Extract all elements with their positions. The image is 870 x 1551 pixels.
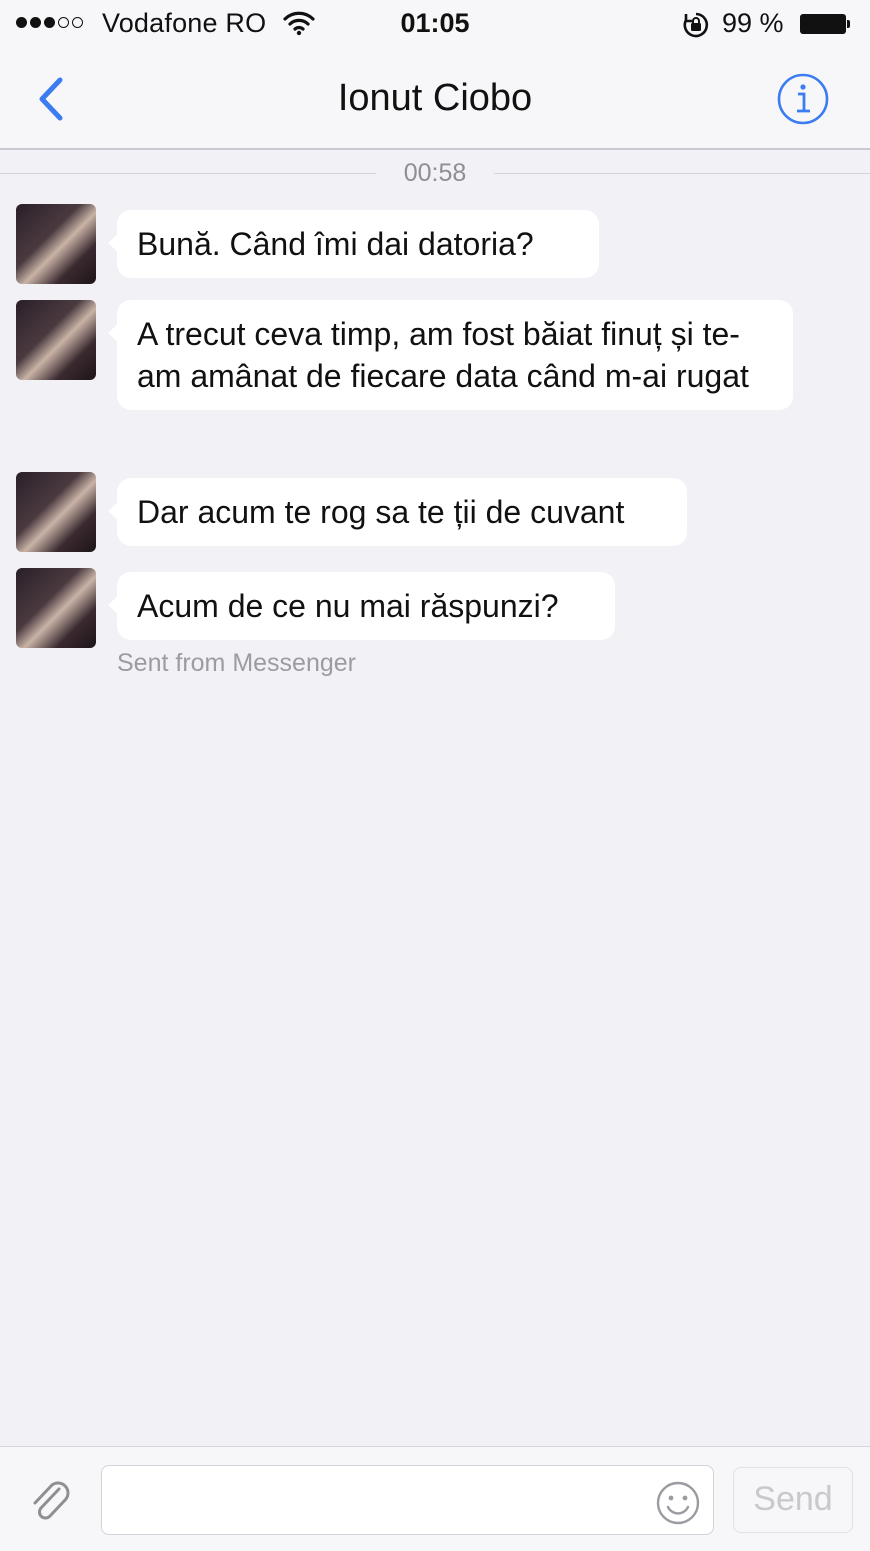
battery-icon xyxy=(800,14,850,34)
message-composer: Send xyxy=(0,1446,870,1551)
sent-from-note: Sent from Messenger xyxy=(117,649,356,677)
paperclip-icon[interactable] xyxy=(26,1475,76,1525)
message-bubble[interactable]: Dar acum te rog sa te ții de cuvant xyxy=(108,478,687,546)
contact-avatar[interactable] xyxy=(16,300,96,380)
contact-name-title[interactable]: Ionut Ciobo xyxy=(0,77,870,120)
contact-avatar[interactable] xyxy=(16,204,96,284)
message-bubble[interactable]: A trecut ceva timp, am fost băiat finuț … xyxy=(108,300,793,410)
conversation-header: Ionut Ciobo xyxy=(0,50,870,150)
status-bar: Vodafone RO 01:05 99 % xyxy=(0,0,870,50)
info-circle-icon[interactable] xyxy=(776,72,830,126)
rotation-lock-icon xyxy=(683,12,709,38)
send-button[interactable]: Send xyxy=(733,1467,853,1533)
contact-avatar[interactable] xyxy=(16,568,96,648)
timestamp-divider: 00:58 xyxy=(0,154,870,194)
message-bubble[interactable]: Acum de ce nu mai răspunzi? xyxy=(108,572,615,640)
smiley-icon[interactable] xyxy=(655,1480,701,1526)
contact-avatar[interactable] xyxy=(16,472,96,552)
battery-percent: 99 % xyxy=(722,8,784,38)
message-bubble[interactable]: Bună. Când îmi dai datoria? xyxy=(108,210,599,278)
message-input[interactable] xyxy=(101,1465,714,1535)
